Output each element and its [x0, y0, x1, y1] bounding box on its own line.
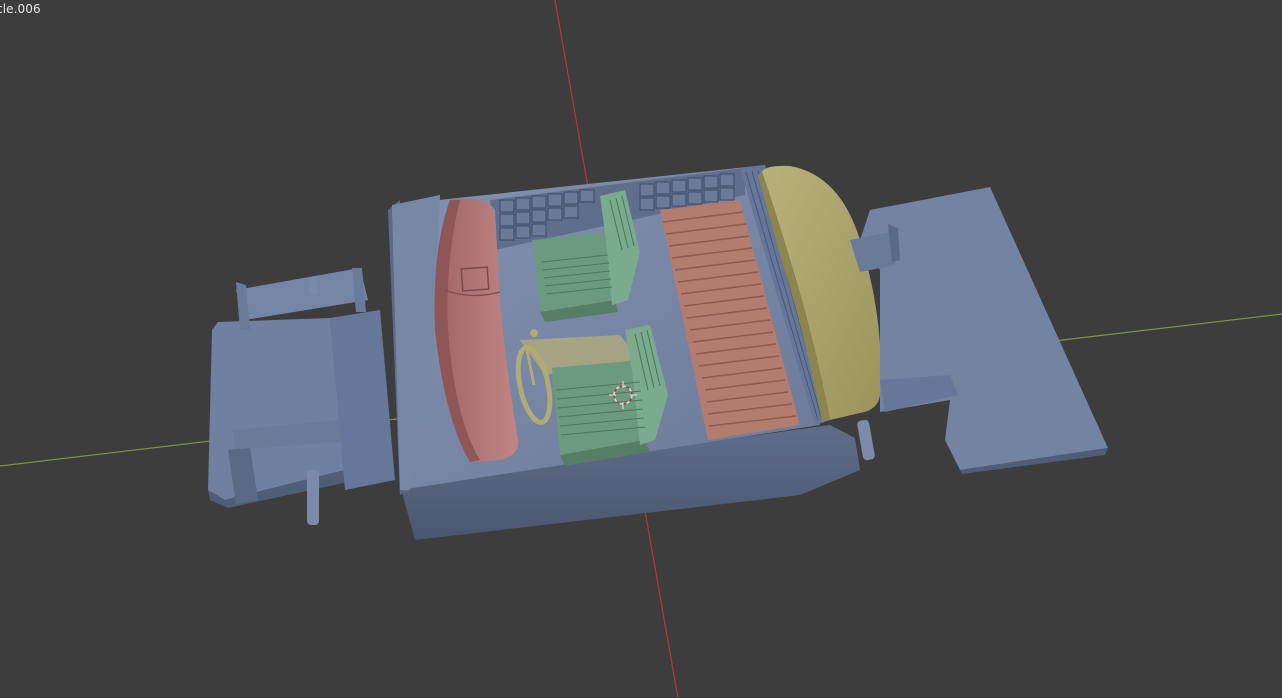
front-axle — [307, 470, 319, 525]
rear-axle — [857, 419, 875, 461]
active-object-label: cle.006 — [0, 2, 41, 16]
rear-frame[interactable] — [850, 187, 1108, 474]
front-frame[interactable] — [208, 268, 395, 525]
3d-viewport[interactable]: cle.006 — [0, 0, 1282, 698]
scene-canvas[interactable] — [0, 0, 1282, 698]
